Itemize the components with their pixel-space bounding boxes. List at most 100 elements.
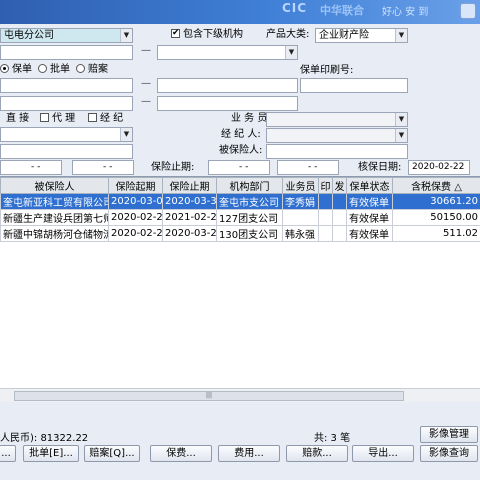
cell-issue (332, 193, 347, 210)
checkbox-icon[interactable] (40, 113, 49, 122)
type-radio-endorse[interactable]: 批单 (38, 64, 70, 76)
col-issue[interactable]: 发 (332, 177, 347, 194)
checkbox-icon[interactable] (88, 113, 97, 122)
start-date-to[interactable]: - - (72, 160, 134, 175)
col-premium[interactable]: 含税保费 △ (392, 177, 480, 194)
policy-print-label: 保单印刷号: (300, 65, 354, 76)
include-sub-checkbox[interactable]: 包含下级机构 (171, 27, 243, 41)
cell-dept: 127团支公司 (216, 209, 283, 226)
channel-broker-checkbox[interactable]: 经 纪 (88, 113, 123, 125)
radio-endorse-label: 批单 (50, 64, 70, 75)
range-dash: — (141, 96, 151, 107)
col-insured[interactable]: 被保险人 (0, 177, 109, 194)
footer-panel: 影像管理 人民币): 81322.22 共: 3 笔 ... 批单[E]... … (0, 402, 480, 480)
export-button[interactable]: 导出... (352, 445, 414, 462)
table-header-row: 被保险人 保险起期 保险止期 机构部门 业务员 印 发 保单状态 含税保费 △ (0, 177, 480, 194)
date-placeholder: - - (103, 162, 113, 172)
col-dept[interactable]: 机构部门 (216, 177, 283, 194)
cell-start: 2020-02-23 (108, 209, 163, 226)
cell-insured: 新疆生产建设兵团第七师 (0, 209, 109, 226)
chevron-down-icon[interactable]: ▼ (120, 128, 132, 141)
window-control-button[interactable] (460, 3, 476, 19)
record-count-text: 共: 3 笔 (314, 433, 351, 444)
field-row2-left[interactable] (0, 45, 133, 60)
field-row4-left[interactable] (0, 78, 133, 93)
field-row5-mid[interactable] (157, 96, 298, 111)
col-end[interactable]: 保险止期 (162, 177, 217, 194)
results-table: 被保险人 保险起期 保险止期 机构部门 业务员 印 发 保单状态 含税保费 △ … (0, 177, 480, 242)
cell-premium: 511.02 (392, 225, 480, 242)
end-date-label: 保险止期: (151, 162, 195, 173)
cell-start: 2020-02-25 (108, 225, 163, 242)
col-print[interactable]: 印 (318, 177, 333, 194)
cell-end: 2021-02-22 (162, 209, 217, 226)
cell-print (318, 193, 333, 210)
range-dash: — (141, 45, 151, 56)
salesman-label: 业 务 员: (231, 113, 271, 124)
cell-dept: 130团支公司 (216, 225, 283, 242)
branch-value: 屯电分公司 (4, 30, 54, 41)
radio-selected-icon[interactable] (0, 64, 9, 73)
cell-print (318, 225, 333, 242)
results-grid: 被保险人 保险起期 保险止期 机构部门 业务员 印 发 保单状态 含税保费 △ … (0, 176, 480, 388)
salesman-select[interactable]: ▼ (266, 112, 408, 127)
radio-icon[interactable] (76, 64, 85, 73)
cell-agent: 李秀娟 (282, 193, 319, 210)
chevron-down-icon[interactable]: ▼ (395, 129, 407, 142)
date-placeholder: - - (308, 162, 318, 172)
end-date-from[interactable]: - - (208, 160, 270, 175)
cell-premium: 30661.20 (392, 193, 480, 210)
payout-button[interactable]: 赔款... (286, 445, 348, 462)
filter-panel: 屯电分公司 ▼ 包含下级机构 产品大类: 企业财产险 ▼ — ▼ 保单 批单 赔… (0, 24, 480, 175)
start-date-from[interactable]: - - (0, 160, 62, 175)
premium-button[interactable]: 保费... (150, 445, 212, 462)
table-row[interactable]: 新疆中锦胡杨河仓储物流 2020-02-25 2020-03-24 130团支公… (0, 225, 480, 242)
approve-date-value: 2020-02-22 (412, 162, 465, 172)
channel-agent-checkbox[interactable]: 代 理 (40, 113, 75, 125)
cell-status: 有效保单 (346, 225, 393, 242)
product-select[interactable]: 企业财产险 ▼ (315, 28, 408, 43)
image-query-button[interactable]: 影像查询 (420, 445, 478, 462)
cell-issue (332, 225, 347, 242)
branch-select[interactable]: 屯电分公司 ▼ (0, 28, 133, 43)
chevron-down-icon[interactable]: ▼ (395, 29, 407, 42)
channel-select[interactable]: ▼ (0, 127, 133, 142)
field-row4-mid[interactable] (157, 78, 298, 93)
endorse-button[interactable]: 批单[E]... (23, 445, 79, 462)
scrollbar-thumb[interactable]: ||| (14, 391, 404, 401)
brand-name: 中华联合 (320, 4, 364, 17)
col-start[interactable]: 保险起期 (108, 177, 163, 194)
range-end-select[interactable]: ▼ (157, 45, 298, 60)
cell-premium: 50150.00 (392, 209, 480, 226)
brand-logo: CIC (282, 1, 308, 15)
cell-insured: 奎屯新亚科工贸有限公司 (0, 193, 109, 210)
type-radio-policy[interactable]: 保单 (0, 64, 32, 76)
end-date-to[interactable]: - - (277, 160, 339, 175)
policy-button[interactable]: ... (0, 445, 16, 462)
approve-date-label: 核保日期: (358, 162, 402, 173)
chevron-down-icon[interactable]: ▼ (395, 113, 407, 126)
field-row8-left[interactable] (0, 144, 133, 159)
cell-agent (282, 209, 319, 226)
approve-date-input[interactable]: 2020-02-22 (408, 160, 470, 175)
claim-button[interactable]: 赔案[Q]... (84, 445, 140, 462)
image-manage-button[interactable]: 影像管理 (420, 426, 478, 443)
field-row5-left[interactable] (0, 96, 133, 111)
col-status[interactable]: 保单状态 (346, 177, 393, 194)
chevron-down-icon[interactable]: ▼ (120, 29, 132, 42)
chevron-down-icon[interactable]: ▼ (285, 46, 297, 59)
checkbox-checked-icon[interactable] (171, 27, 180, 39)
cell-start: 2020-03-01 (108, 193, 163, 210)
cell-status: 有效保单 (346, 193, 393, 210)
type-radio-claim[interactable]: 赔案 (76, 64, 108, 76)
horizontal-scrollbar[interactable]: ||| (0, 388, 480, 402)
channel-direct-label: 直 接 (6, 113, 30, 124)
broker-select[interactable]: ▼ (266, 128, 408, 143)
radio-icon[interactable] (38, 64, 47, 73)
insured-input[interactable] (266, 144, 408, 159)
col-agent[interactable]: 业务员 (282, 177, 319, 194)
fee-button[interactable]: 费用... (218, 445, 280, 462)
table-row[interactable]: 新疆生产建设兵团第七师 2020-02-23 2021-02-22 127团支公… (0, 209, 480, 226)
table-row[interactable]: 奎屯新亚科工贸有限公司 2020-03-01 2020-03-31 奎屯市支公司… (0, 193, 480, 210)
policy-print-input[interactable] (300, 78, 408, 93)
